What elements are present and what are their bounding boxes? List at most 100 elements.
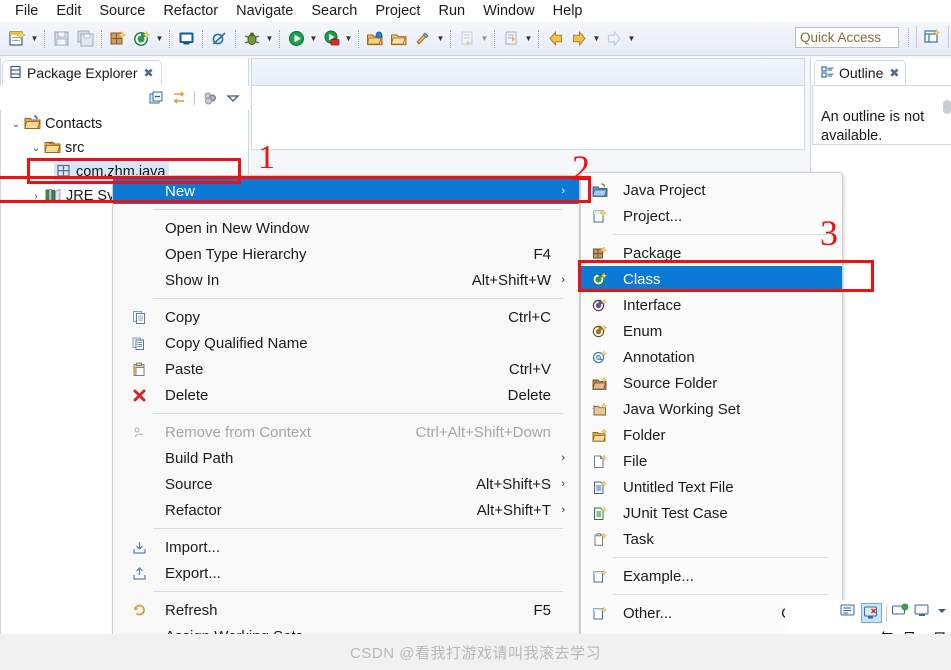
collapse-twisty-icon[interactable]: › xyxy=(28,191,44,202)
coverage-icon[interactable] xyxy=(320,28,342,50)
context-menu-item-delete[interactable]: Delete Delete xyxy=(113,382,579,408)
close-icon[interactable]: ✖ xyxy=(144,66,154,80)
save-all-icon[interactable] xyxy=(74,28,96,50)
menu-source[interactable]: Source xyxy=(90,2,154,20)
submenu-item-example[interactable]: Example... xyxy=(581,563,842,589)
menu-search[interactable]: Search xyxy=(302,2,366,20)
previous-annotation-dropdown-arrow[interactable]: ▼ xyxy=(523,28,534,50)
submenu-item-enum[interactable]: Enum xyxy=(581,318,842,344)
new-java-project-icon[interactable] xyxy=(131,28,153,50)
menu-file[interactable]: File xyxy=(6,2,47,20)
open-perspective-icon[interactable] xyxy=(921,26,943,48)
run-dropdown-arrow[interactable]: ▼ xyxy=(308,28,319,50)
expand-twisty-icon[interactable]: ⌄ xyxy=(8,119,24,130)
delete-icon xyxy=(127,388,151,403)
menu-item-label: Source xyxy=(165,475,213,493)
context-menu-item-build-path[interactable]: Build Path › xyxy=(113,445,579,471)
submenu-item-java-working-set[interactable]: J Java Working Set xyxy=(581,396,842,422)
forward-dropdown-arrow[interactable]: ▼ xyxy=(591,28,602,50)
next-annotation-icon[interactable] xyxy=(456,28,478,50)
quick-access-input[interactable]: Quick Access xyxy=(795,27,899,48)
task-icon xyxy=(589,532,611,547)
open-console-icon[interactable] xyxy=(175,28,197,50)
submenu-item-junit-test-case[interactable]: JUnit Test Case xyxy=(581,500,842,526)
link-with-editor-icon[interactable] xyxy=(171,90,187,106)
forward-to-dropdown-arrow[interactable]: ▼ xyxy=(626,28,637,50)
submenu-item-label: Java Project xyxy=(623,181,706,199)
new-java-project-dropdown-arrow[interactable]: ▼ xyxy=(154,28,165,50)
menu-item-shortcut: F4 xyxy=(533,245,551,263)
menu-run[interactable]: Run xyxy=(429,2,474,20)
expand-twisty-icon[interactable]: ⌄ xyxy=(28,143,44,154)
other-icon xyxy=(589,606,611,621)
next-annotation-dropdown-arrow[interactable]: ▼ xyxy=(479,28,490,50)
debug-dropdown-arrow[interactable]: ▼ xyxy=(264,28,275,50)
new-package-icon[interactable] xyxy=(107,28,129,50)
submenu-item-java-project[interactable]: Java Project xyxy=(581,177,842,203)
menu-item-shortcut: Delete xyxy=(507,386,551,404)
submenu-item-project[interactable]: Project... xyxy=(581,203,842,229)
view-menu-icon[interactable] xyxy=(225,91,241,106)
toolbar-drag-handle[interactable] xyxy=(908,28,909,47)
forward-to-icon[interactable] xyxy=(603,28,625,50)
show-hidden-icons-icon[interactable] xyxy=(935,603,949,624)
menu-help[interactable]: Help xyxy=(544,2,592,20)
new-wizard-dropdown-arrow[interactable]: ▼ xyxy=(29,28,40,50)
ime-close-icon[interactable] xyxy=(861,603,882,623)
save-icon[interactable] xyxy=(50,28,72,50)
submenu-item-package[interactable]: Package xyxy=(581,240,842,266)
context-menu-item-import[interactable]: Import... xyxy=(113,534,579,560)
context-menu-item-copy[interactable]: Copy Ctrl+C xyxy=(113,304,579,330)
view-filters-icon[interactable] xyxy=(202,91,218,106)
tab-package-explorer[interactable]: Package Explorer ✖ xyxy=(2,60,162,85)
network-icon[interactable] xyxy=(891,602,909,624)
collapse-all-icon[interactable] xyxy=(149,91,164,106)
coverage-dropdown-arrow[interactable]: ▼ xyxy=(343,28,354,50)
skip-breakpoints-icon[interactable] xyxy=(208,28,230,50)
menu-refactor[interactable]: Refactor xyxy=(154,2,227,20)
submenu-item-file[interactable]: File xyxy=(581,448,842,474)
open-package-icon[interactable] xyxy=(388,28,410,50)
submenu-item-folder[interactable]: Folder xyxy=(581,422,842,448)
tree-item-contacts[interactable]: ⌄ Contacts xyxy=(0,112,249,136)
copy-qualified-name-icon xyxy=(127,336,151,351)
menu-item-label: Show In xyxy=(165,271,220,289)
forward-icon[interactable] xyxy=(568,28,590,50)
back-icon[interactable] xyxy=(544,28,566,50)
run-icon[interactable] xyxy=(285,28,307,50)
debug-icon[interactable] xyxy=(241,28,263,50)
submenu-item-untitled-text-file[interactable]: Untitled Text File xyxy=(581,474,842,500)
submenu-item-class[interactable]: Class xyxy=(581,266,842,292)
outline-scrollbar[interactable] xyxy=(943,100,951,114)
context-menu-item-refactor[interactable]: Refactor Alt+Shift+T › xyxy=(113,497,579,523)
open-type-icon[interactable] xyxy=(364,28,386,50)
submenu-item-task[interactable]: Task xyxy=(581,526,842,552)
menu-edit[interactable]: Edit xyxy=(47,2,90,20)
menu-project[interactable]: Project xyxy=(366,2,429,20)
submenu-item-interface[interactable]: Interface xyxy=(581,292,842,318)
menu-navigate[interactable]: Navigate xyxy=(227,2,302,20)
previous-annotation-icon[interactable] xyxy=(500,28,522,50)
menu-item-label: Copy Qualified Name xyxy=(165,334,308,352)
menu-window[interactable]: Window xyxy=(474,2,544,20)
context-menu-item-open-in-new-window[interactable]: Open in New Window xyxy=(113,215,579,241)
context-menu-item-open-type-hierarchy[interactable]: Open Type Hierarchy F4 xyxy=(113,241,579,267)
display-icon[interactable] xyxy=(913,602,931,624)
submenu-item-source-folder[interactable]: Source Folder xyxy=(581,370,842,396)
context-menu-item-copy-qualified-name[interactable]: Copy Qualified Name xyxy=(113,330,579,356)
external-tools-dropdown-arrow[interactable]: ▼ xyxy=(435,28,446,50)
context-menu-item-paste[interactable]: Paste Ctrl+V xyxy=(113,356,579,382)
submenu-item-label: Other... xyxy=(623,604,673,622)
context-menu-item-new[interactable]: New › xyxy=(113,178,579,204)
context-menu-item-source[interactable]: Source Alt+Shift+S › xyxy=(113,471,579,497)
tree-item-src[interactable]: ⌄ src xyxy=(0,136,249,160)
context-menu-item-export[interactable]: Export... xyxy=(113,560,579,586)
context-menu-item-show-in[interactable]: Show In Alt+Shift+W › xyxy=(113,267,579,293)
new-wizard-icon[interactable] xyxy=(6,28,28,50)
context-menu-item-refresh[interactable]: Refresh F5 xyxy=(113,597,579,623)
tab-outline[interactable]: Outline ✖ xyxy=(814,60,907,85)
ime-icon[interactable] xyxy=(839,602,857,624)
close-icon[interactable]: ✖ xyxy=(889,66,899,80)
external-tools-icon[interactable] xyxy=(412,28,434,50)
submenu-item-annotation[interactable]: Annotation xyxy=(581,344,842,370)
